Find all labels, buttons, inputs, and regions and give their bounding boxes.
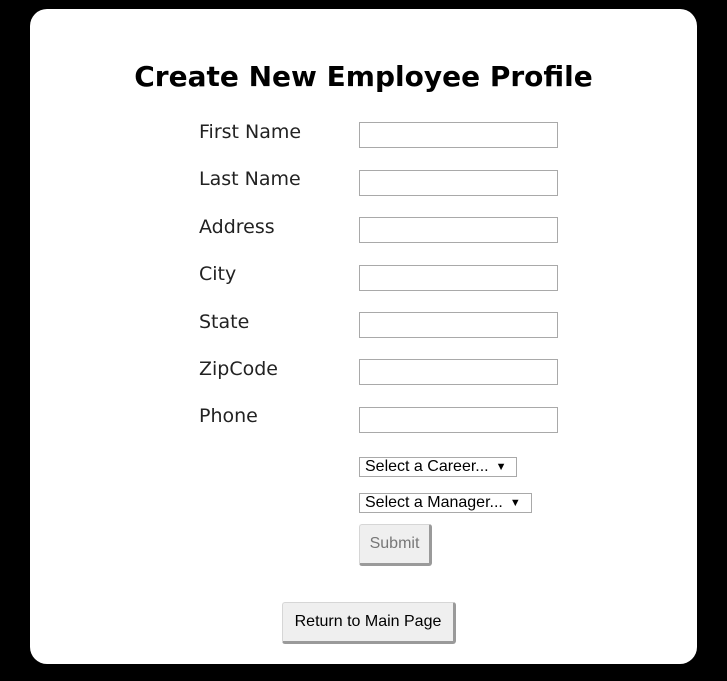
address-label: Address	[199, 216, 275, 238]
zipcode-label: ZipCode	[199, 358, 278, 380]
chevron-down-icon: ▼	[509, 497, 521, 509]
last-name-input[interactable]	[359, 170, 558, 196]
return-to-main-button[interactable]: Return to Main Page	[282, 602, 456, 644]
state-input[interactable]	[359, 312, 558, 338]
career-select[interactable]: Select a Career... ▼	[359, 457, 517, 477]
last-name-label: Last Name	[199, 168, 301, 190]
career-select-value: Select a Career...	[365, 458, 489, 475]
phone-input[interactable]	[359, 407, 558, 433]
zipcode-input[interactable]	[359, 359, 558, 385]
manager-select[interactable]: Select a Manager... ▼	[359, 493, 532, 513]
state-label: State	[199, 311, 250, 333]
page-title: Create New Employee Profile	[134, 60, 593, 93]
first-name-label: First Name	[199, 121, 302, 143]
form-card: Create New Employee Profile First Name L…	[30, 9, 697, 664]
address-input[interactable]	[359, 217, 558, 243]
first-name-input[interactable]	[359, 122, 558, 148]
city-label: City	[199, 263, 237, 285]
manager-select-value: Select a Manager...	[365, 494, 503, 511]
submit-button[interactable]: Submit	[359, 524, 432, 566]
phone-label: Phone	[199, 405, 258, 427]
city-input[interactable]	[359, 265, 558, 291]
chevron-down-icon: ▼	[495, 461, 507, 473]
